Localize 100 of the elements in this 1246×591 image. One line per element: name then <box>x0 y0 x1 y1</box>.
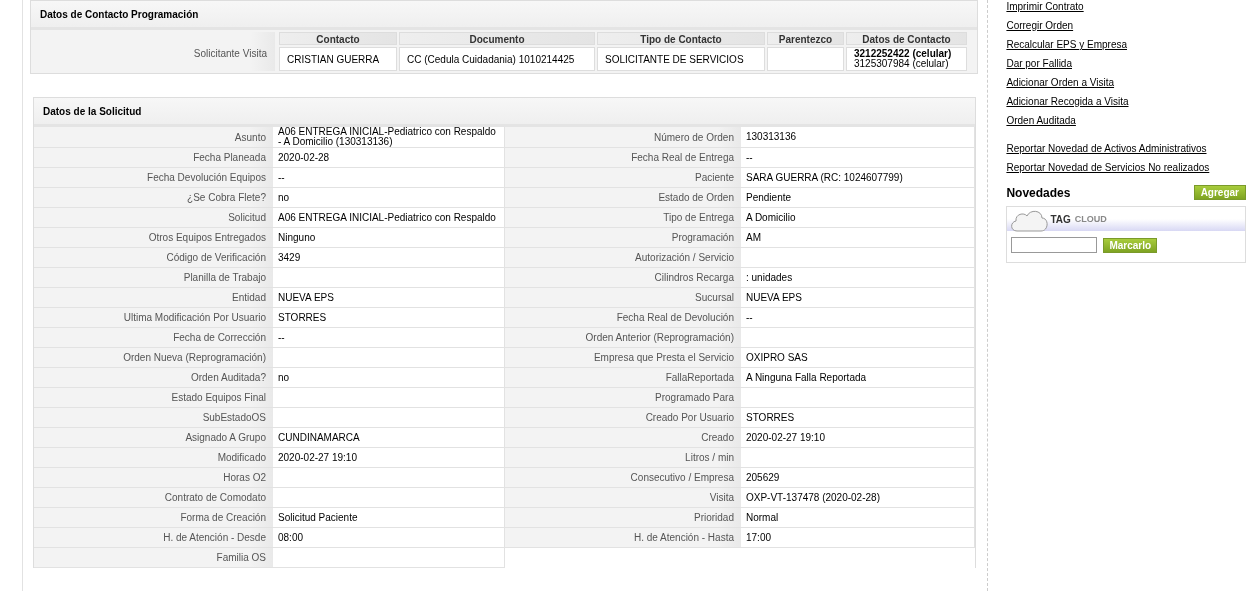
field-value: NUEVA EPS <box>273 288 505 308</box>
column-header: Parentezco <box>767 32 844 45</box>
action-link[interactable]: Corregir Orden <box>1006 19 1074 32</box>
column-header: Contacto <box>279 32 397 45</box>
field-label: Contrato de Comodato <box>34 488 273 508</box>
field-label: Consecutivo / Empresa <box>505 468 741 488</box>
field-label: Fecha de Corrección <box>34 328 273 348</box>
column-header: Datos de Contacto <box>846 32 967 45</box>
field-value: Ninguno <box>273 228 505 248</box>
field-value: A Domicilio <box>741 208 975 228</box>
field-label: Creado <box>505 428 741 448</box>
tag-cloud-subtitle: CLOUD <box>1074 214 1107 224</box>
field-value: Pendiente <box>741 188 975 208</box>
field-value: -- <box>741 308 975 328</box>
tag-cloud-title: TAG <box>1050 213 1071 225</box>
column-header: Tipo de Contacto <box>597 32 765 45</box>
field-label: Prioridad <box>505 508 741 528</box>
field-value: NUEVA EPS <box>741 288 975 308</box>
field-label: Fecha Devolución Equipos <box>34 168 273 188</box>
field-label: Creado Por Usuario <box>505 408 741 428</box>
table-cell: CRISTIAN GUERRA <box>279 47 397 71</box>
field-label: Ultima Modificación Por Usuario <box>34 308 273 328</box>
table-cell: SOLICITANTE DE SERVICIOS <box>597 47 765 71</box>
action-link[interactable]: Reportar Novedad de Servicios No realizados <box>1006 161 1210 174</box>
field-value: SARA GUERRA (RC: 1024607799) <box>741 168 975 188</box>
field-value: -- <box>273 168 505 188</box>
field-value: 3429 <box>273 248 505 268</box>
field-value: A Ninguna Falla Reportada <box>741 368 975 388</box>
field-label: SubEstadoOS <box>34 408 273 428</box>
field-value: STORRES <box>741 408 975 428</box>
column-header: Documento <box>399 32 595 45</box>
field-value: 2020-02-27 19:10 <box>741 428 975 448</box>
tag-input-field[interactable] <box>1011 237 1098 253</box>
field-label: Familia OS <box>34 548 273 568</box>
field-value: 130313136 <box>741 127 975 148</box>
field-value: 08:00 <box>273 528 505 548</box>
table-cell: CC (Cedula Cuidadania) 1010214425 <box>399 47 595 71</box>
field-label: Orden Anterior (Reprogramación) <box>505 328 741 348</box>
field-value: -- <box>741 148 975 168</box>
field-value: 2020-02-28 <box>273 148 505 168</box>
phone-number: 3125307984 (celular) <box>854 59 949 69</box>
field-value: 17:00 <box>741 528 975 548</box>
field-label: Tipo de Entrega <box>505 208 741 228</box>
field-label: Programación <box>505 228 741 248</box>
field-label: Estado de Orden <box>505 188 741 208</box>
action-link[interactable]: Adicionar Orden a Visita <box>1006 76 1115 89</box>
field-value: 2020-02-27 19:10 <box>273 448 505 468</box>
field-label: Asunto <box>34 127 273 148</box>
field-label: Fecha Real de Devolución <box>505 308 741 328</box>
field-value: A06 ENTREGA INICIAL-Pediatrico con Respaldo - A Domicilio (130313136) <box>273 127 505 148</box>
field-label: Asignado A Grupo <box>34 428 273 448</box>
field-value: : unidades <box>741 268 975 288</box>
field-label: Orden Nueva (Reprogramación) <box>34 348 273 368</box>
field-label: Otros Equipos Entregados <box>34 228 273 248</box>
news-title: Novedades <box>1006 185 1071 200</box>
field-label: Empresa que Presta el Servicio <box>505 348 741 368</box>
field-value: A06 ENTREGA INICIAL-Pediatrico con Respaldo <box>273 208 505 228</box>
field-label: Orden Auditada? <box>34 368 273 388</box>
field-label: Estado Equipos Final <box>34 388 273 408</box>
action-link[interactable]: Orden Auditada <box>1006 114 1076 127</box>
field-label: Fecha Real de Entrega <box>505 148 741 168</box>
field-label: H. de Atención - Desde <box>34 528 273 548</box>
section-title: Datos de Contacto Programación <box>40 8 199 20</box>
field-value: no <box>273 368 505 388</box>
field-label: Fecha Planeada <box>34 148 273 168</box>
field-value: AM <box>741 228 975 248</box>
field-label: Número de Orden <box>505 127 741 148</box>
field-value: CUNDINAMARCA <box>273 428 505 448</box>
field-label: Visita <box>505 488 741 508</box>
field-label: Código de Verificación <box>34 248 273 268</box>
field-label: Modificado <box>34 448 273 468</box>
field-label: Cilindros Recarga <box>505 268 741 288</box>
field-value: Normal <box>741 508 975 528</box>
field-value: 205629 <box>741 468 975 488</box>
field-label: Planilla de Trabajo <box>34 268 273 288</box>
field-label: Paciente <box>505 168 741 188</box>
section-title: Datos de la Solicitud <box>43 105 142 117</box>
field-label: Sucursal <box>505 288 741 308</box>
field-label: FallaReportada <box>505 368 741 388</box>
field-label: Solicitud <box>34 208 273 228</box>
field-label: Forma de Creación <box>34 508 273 528</box>
field-value: no <box>273 188 505 208</box>
field-value: OXP-VT-137478 (2020-02-28) <box>741 488 975 508</box>
action-link[interactable]: Recalcular EPS y Empresa <box>1006 38 1127 51</box>
phone-number: 3212252422 (celular) <box>854 49 952 59</box>
action-link[interactable]: Dar por Fallida <box>1006 57 1072 70</box>
field-label: Horas O2 <box>34 468 273 488</box>
field-value: -- <box>273 328 505 348</box>
field-value: Solicitud Paciente <box>273 508 505 528</box>
action-link[interactable]: Adicionar Recogida a Visita <box>1006 95 1129 108</box>
field-label: Programado Para <box>505 388 741 408</box>
field-value: STORRES <box>273 308 505 328</box>
field-label: Entidad <box>34 288 273 308</box>
action-link[interactable]: Reportar Novedad de Activos Administrativos <box>1006 142 1207 155</box>
field-label: H. de Atención - Hasta <box>505 528 741 548</box>
field-label: Litros / min <box>505 448 741 468</box>
action-link[interactable]: Imprimir Contrato <box>1006 0 1084 13</box>
field-label: Autorización / Servicio <box>505 248 741 268</box>
field-value: OXIPRO SAS <box>741 348 975 368</box>
field-label: ¿Se Cobra Flete? <box>34 188 273 208</box>
